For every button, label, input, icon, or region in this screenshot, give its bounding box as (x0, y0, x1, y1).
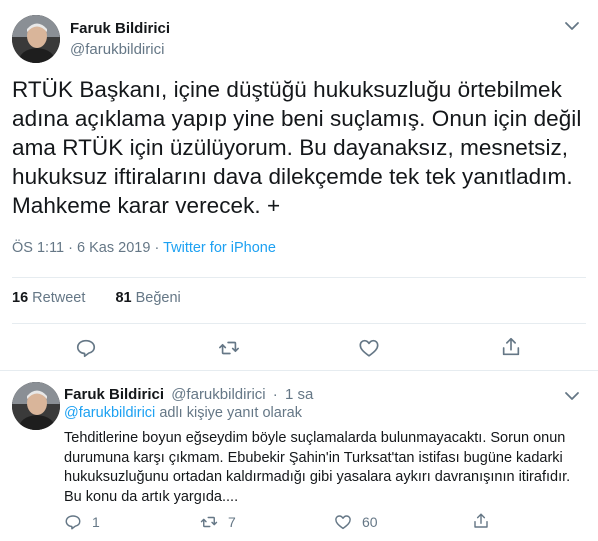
tweet-text: RTÜK Başkanı, içine düştüğü hukuksuzluğu… (12, 77, 582, 218)
share-icon (474, 513, 488, 528)
share-button[interactable] (472, 511, 490, 531)
retweet-label: Retweet (32, 290, 86, 306)
retweet-stat[interactable]: 16 Retweet (12, 290, 85, 306)
retweet-button[interactable] (218, 337, 242, 361)
tweet-date[interactable]: 6 Kas 2019 (77, 240, 150, 256)
meta-separator: · (68, 240, 73, 256)
chevron-down-icon[interactable] (564, 20, 580, 32)
avatar[interactable] (12, 15, 60, 63)
reply-count: 1 (92, 514, 100, 530)
retweet-count: 7 (228, 514, 236, 530)
like-label: Beğeni (135, 290, 181, 306)
like-stat[interactable]: 81 Beğeni (115, 290, 180, 306)
tweet-meta: ÖS 1:11 · 6 Kas 2019 · Twitter for iPhon… (12, 240, 276, 256)
author-name[interactable]: Faruk Bildirici (64, 386, 164, 403)
share-icon (502, 337, 520, 356)
like-button[interactable] (358, 337, 382, 361)
divider (12, 277, 586, 278)
avatar-image (12, 15, 60, 63)
like-count: 60 (362, 514, 378, 530)
tweet-time[interactable]: ÖS 1:11 (12, 240, 64, 256)
avatar-image (12, 382, 60, 430)
divider (12, 323, 586, 324)
reply-icon (76, 339, 96, 358)
tweet-source[interactable]: Twitter for iPhone (163, 240, 276, 256)
retweet-button[interactable]: 7 (200, 512, 236, 532)
author-name[interactable]: Faruk Bildirici (70, 20, 170, 37)
tweet-age[interactable]: 1 sa (285, 386, 313, 403)
like-button[interactable]: 60 (334, 512, 378, 532)
retweet-count: 16 (12, 290, 29, 306)
reply-text: Tehditlerine boyun eğseydim böyle suçlam… (64, 430, 571, 505)
share-button[interactable] (500, 336, 524, 360)
header-separator: · (272, 386, 278, 403)
reply-tweet[interactable]: Faruk Bildirici @farukbildirici · 1 sa @… (0, 372, 598, 541)
chevron-down-icon[interactable] (564, 390, 580, 402)
like-icon (335, 515, 351, 530)
reply-to-suffix: adlı kişiye yanıt olarak (159, 405, 302, 421)
retweet-icon (200, 516, 218, 528)
author-handle[interactable]: @farukbildirici (70, 41, 164, 58)
main-tweet: Faruk Bildirici @farukbildirici RTÜK Baş… (0, 0, 598, 370)
like-count: 81 (115, 290, 132, 306)
tweet-separator (0, 370, 598, 371)
reply-header: Faruk Bildirici @farukbildirici · 1 sa (64, 386, 313, 403)
avatar[interactable] (12, 382, 60, 430)
retweet-icon (219, 341, 239, 355)
reply-button[interactable]: 1 (64, 512, 100, 532)
like-icon (359, 339, 379, 357)
meta-separator: · (154, 240, 160, 256)
reply-to-handle[interactable]: @farukbildirici (64, 405, 155, 421)
author-handle[interactable]: @farukbildirici (171, 386, 265, 403)
reply-icon (65, 515, 81, 530)
reply-button[interactable] (75, 337, 99, 361)
reply-context: @farukbildirici adlı kişiye yanıt olarak (64, 405, 302, 421)
tweet-stats: 16 Retweet 81 Beğeni (12, 290, 181, 306)
